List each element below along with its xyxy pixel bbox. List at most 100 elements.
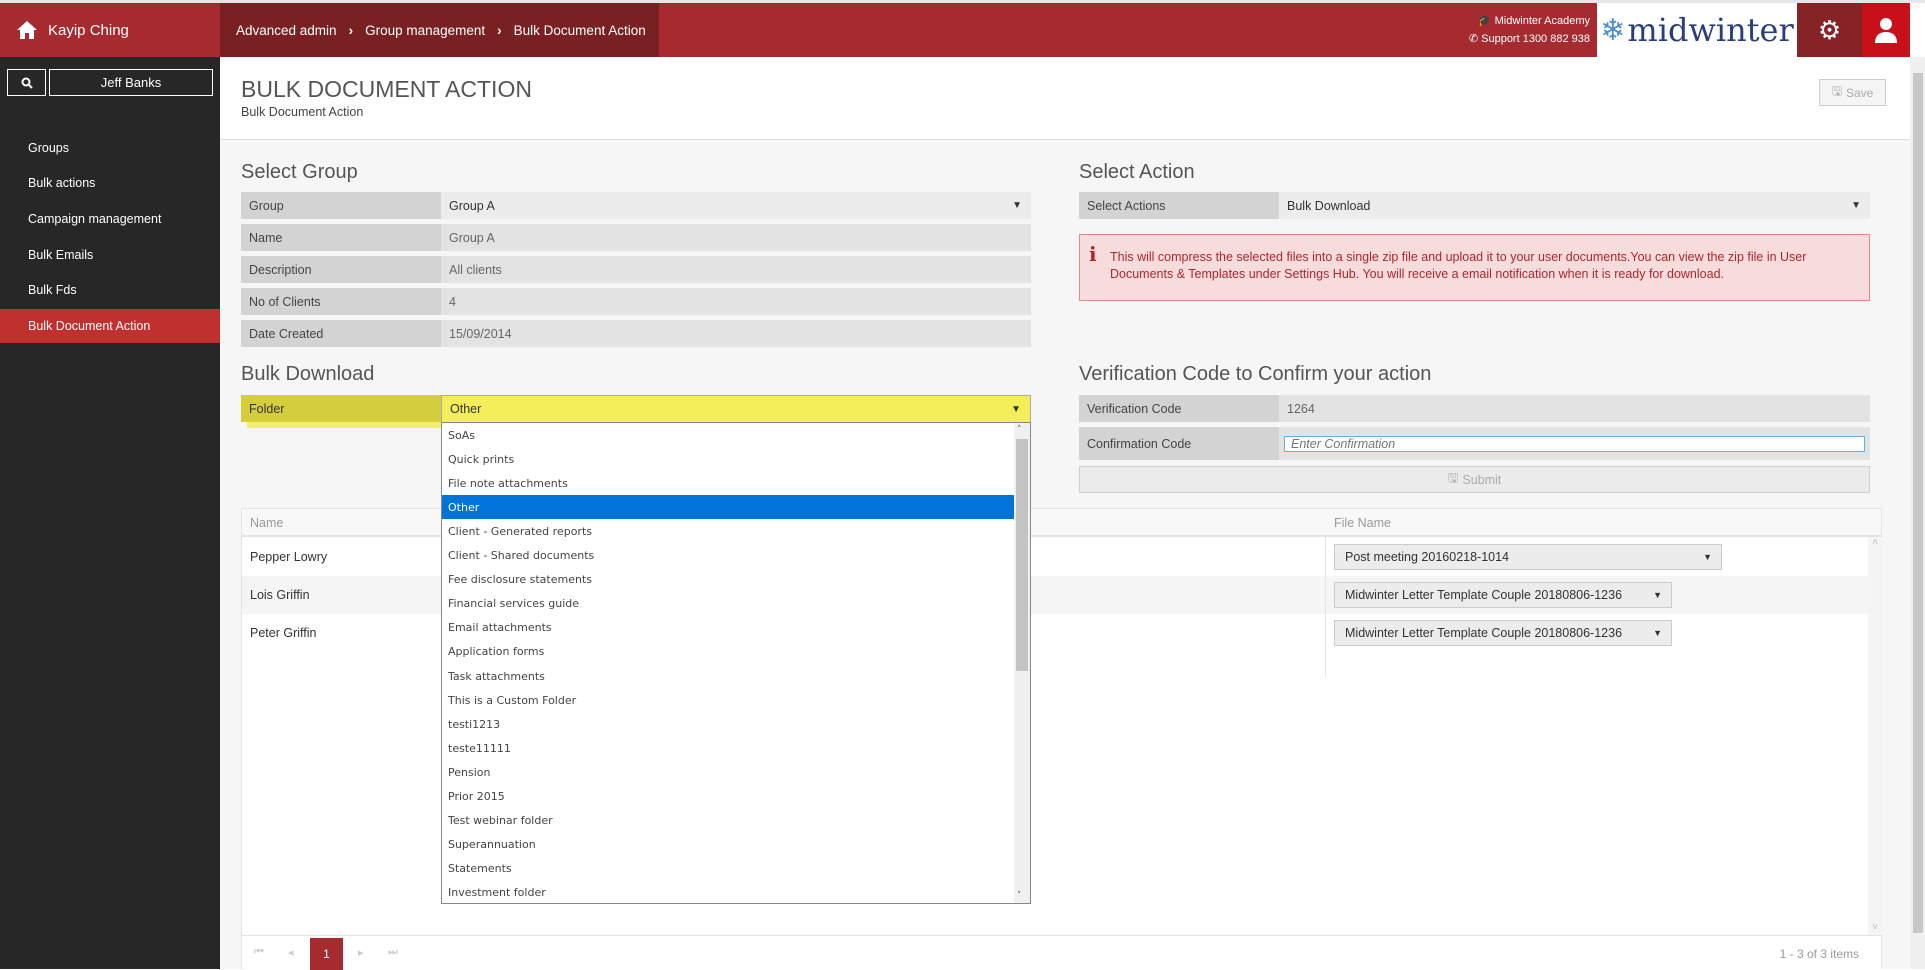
sidebar-item-campaign-management[interactable]: Campaign management xyxy=(0,202,220,236)
folder-option[interactable]: teste11111 xyxy=(442,736,1014,760)
folder-option[interactable]: Investment folder xyxy=(442,881,1014,903)
first-page-icon[interactable]: ⏮ xyxy=(254,946,264,959)
chevron-right-icon: › xyxy=(497,22,502,38)
client-search-field[interactable]: Jeff Banks xyxy=(49,69,213,96)
page-1-button[interactable]: 1 xyxy=(310,938,343,970)
clients-label: No of Clients xyxy=(241,288,441,315)
dropdown-scrollbar[interactable]: ˄ ˅ xyxy=(1014,423,1030,903)
folder-option[interactable]: Other xyxy=(442,495,1014,520)
snowflake-icon: ❄ xyxy=(1600,12,1626,48)
save-button[interactable]: 🖫 Save xyxy=(1819,79,1886,106)
academy-label: Midwinter Academy xyxy=(1494,15,1590,27)
search-button[interactable] xyxy=(7,69,46,96)
sidebar-item-bulk-emails[interactable]: Bulk Emails xyxy=(0,238,220,272)
name-label: Name xyxy=(241,224,441,251)
folder-option[interactable]: Quick prints xyxy=(442,447,1014,471)
date-row: Date Created 15/09/2014 xyxy=(241,320,1031,347)
folder-select[interactable]: Folder Other ▼ xyxy=(241,395,1031,422)
confirmation-code-input[interactable] xyxy=(1284,435,1865,452)
chevron-down-icon[interactable]: ˅ xyxy=(1868,922,1882,933)
submit-label: Submit xyxy=(1462,472,1502,487)
clients-row: No of Clients 4 xyxy=(241,288,1031,315)
table-scrollbar[interactable]: ˄ ˅ xyxy=(1868,537,1882,935)
folder-option[interactable]: Pension xyxy=(442,760,1014,784)
save-label: Save xyxy=(1845,85,1874,100)
group-label: Group xyxy=(241,192,441,219)
name-value: Group A xyxy=(441,224,1031,251)
sidebar-item-bulk-actions[interactable]: Bulk actions xyxy=(0,166,220,200)
client-name: Peter Griffin xyxy=(250,626,317,640)
breadcrumb-advanced-admin[interactable]: Advanced admin xyxy=(236,23,337,38)
column-header-file-name[interactable]: File Name xyxy=(1334,516,1391,530)
group-select[interactable]: Group Group A ▼ xyxy=(241,192,1031,219)
folder-label: Folder xyxy=(241,395,441,422)
sidebar-item-groups[interactable]: Groups xyxy=(0,131,220,165)
home-icon xyxy=(17,21,37,39)
folder-option[interactable]: testi1213 xyxy=(442,712,1014,736)
current-user-name: Kayip Ching xyxy=(48,21,129,39)
prev-page-icon[interactable]: ◂ xyxy=(288,946,294,959)
caret-down-icon: ▼ xyxy=(1012,200,1022,211)
folder-option[interactable]: Prior 2015 xyxy=(442,785,1014,809)
chevron-down-icon[interactable]: ˅ xyxy=(1017,891,1022,901)
breadcrumb-group-management[interactable]: Group management xyxy=(365,23,485,38)
file-select[interactable]: Midwinter Letter Template Couple 2018080… xyxy=(1334,582,1672,608)
search-icon xyxy=(21,77,33,89)
bulk-download-heading: Bulk Download xyxy=(241,363,375,385)
folder-option[interactable]: Email attachments xyxy=(442,616,1014,640)
verification-code-label: Verification Code xyxy=(1079,395,1279,422)
file-select[interactable]: Post meeting 20160218-1014 ▼ xyxy=(1334,544,1722,570)
folder-option[interactable]: SoAs xyxy=(442,423,1014,447)
folder-option[interactable]: Client - Shared documents xyxy=(442,544,1014,568)
file-select[interactable]: Midwinter Letter Template Couple 2018080… xyxy=(1334,620,1672,646)
folder-dropdown-list[interactable]: SoAs Quick prints File note attachments Oth… xyxy=(441,422,1031,904)
chevron-up-icon[interactable]: ˄ xyxy=(1868,537,1882,548)
folder-option[interactable]: Superannuation xyxy=(442,833,1014,857)
next-page-icon[interactable]: ▸ xyxy=(358,946,364,959)
graduation-cap-icon: 🎓 xyxy=(1477,15,1495,27)
folder-option[interactable]: Application forms xyxy=(442,640,1014,664)
folder-option[interactable]: Test webinar folder xyxy=(442,809,1014,833)
folder-dropdown[interactable]: Other ▼ xyxy=(441,395,1031,422)
file-value: Midwinter Letter Template Couple 2018080… xyxy=(1345,626,1623,640)
alert-text: This will compress the selected files in… xyxy=(1110,250,1807,281)
scrollbar-thumb[interactable] xyxy=(1016,439,1028,671)
name-row: Name Group A xyxy=(241,224,1031,251)
folder-option[interactable]: Task attachments xyxy=(442,664,1014,688)
last-page-icon[interactable]: ⏭ xyxy=(388,946,398,959)
info-alert: i This will compress the selected files … xyxy=(1079,234,1870,301)
column-header-name[interactable]: Name xyxy=(250,516,283,530)
verification-code-row: Verification Code 1264 xyxy=(1079,395,1870,422)
sidebar-item-bulk-fds[interactable]: Bulk Fds xyxy=(0,273,220,307)
action-select[interactable]: Select Actions Bulk Download ▼ xyxy=(1079,192,1870,219)
user-icon xyxy=(1875,18,1897,43)
user-menu-button[interactable] xyxy=(1862,3,1910,57)
floppy-disk-icon: 🖫 xyxy=(1447,471,1459,485)
breadcrumb-bulk-document-action: Bulk Document Action xyxy=(513,22,646,38)
page-subtitle: Bulk Document Action xyxy=(241,105,364,119)
phone-icon: ✆ xyxy=(1468,33,1482,45)
file-value: Midwinter Letter Template Couple 2018080… xyxy=(1345,588,1623,602)
date-value: 15/09/2014 xyxy=(441,320,1031,347)
folder-option[interactable]: Fee disclosure statements xyxy=(442,568,1014,592)
folder-option[interactable]: Statements xyxy=(442,857,1014,881)
submit-button[interactable]: 🖫 Submit xyxy=(1079,466,1870,493)
scrollbar-thumb[interactable] xyxy=(1913,73,1923,933)
midwinter-logo[interactable]: ❄ midwinter xyxy=(1597,3,1797,57)
home-button[interactable]: Kayip Ching xyxy=(0,3,220,57)
page-scrollbar[interactable] xyxy=(1910,57,1925,969)
chevron-up-icon[interactable]: ˄ xyxy=(1017,425,1022,435)
folder-option[interactable]: File note attachments xyxy=(442,471,1014,495)
folder-option[interactable]: Client - Generated reports xyxy=(442,519,1014,543)
description-row: Description All clients xyxy=(241,256,1031,283)
settings-button[interactable]: ⚙ xyxy=(1797,3,1862,57)
verification-code-value: 1264 xyxy=(1279,395,1870,422)
academy-link[interactable]: 🎓 Midwinter Academy xyxy=(1440,12,1590,30)
group-dropdown[interactable]: Group A ▼ xyxy=(441,192,1031,219)
folder-option[interactable]: Financial services guide xyxy=(442,592,1014,616)
support-link[interactable]: ✆ Support 1300 882 938 xyxy=(1440,30,1590,48)
folder-option[interactable]: This is a Custom Folder xyxy=(442,688,1014,712)
client-name: Lois Griffin xyxy=(250,588,310,602)
sidebar-item-bulk-document-action[interactable]: Bulk Document Action xyxy=(0,309,220,343)
action-dropdown[interactable]: Bulk Download ▼ xyxy=(1279,192,1870,219)
